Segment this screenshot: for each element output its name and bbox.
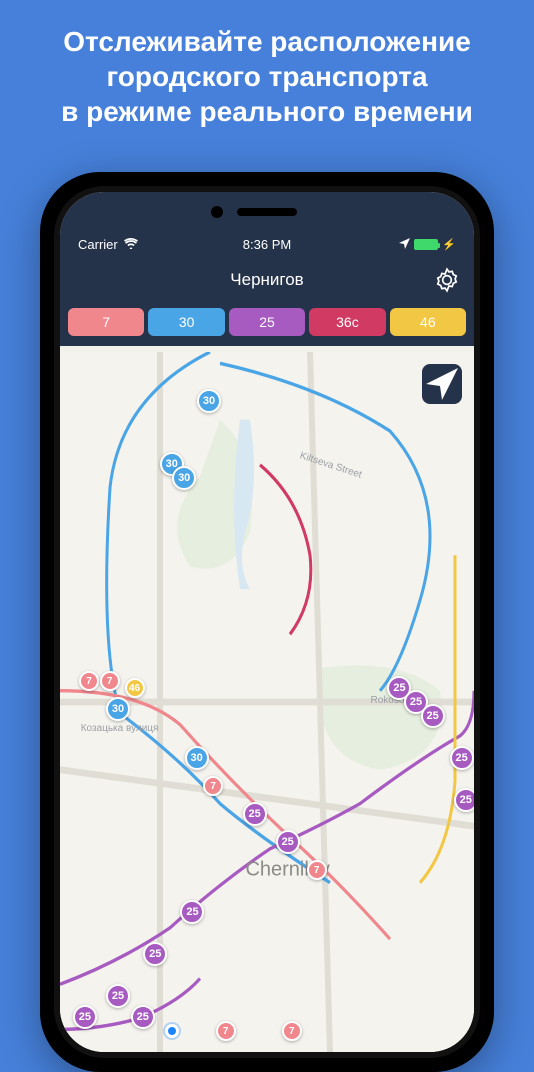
promo-line-3: в режиме реального времени xyxy=(20,94,514,129)
vehicle-marker[interactable]: 25 xyxy=(450,746,474,770)
route-tab-46[interactable]: 46 xyxy=(390,308,466,336)
vehicle-marker[interactable]: 25 xyxy=(454,788,474,812)
carrier-label: Carrier xyxy=(78,237,118,252)
app-navbar: Чернигов xyxy=(60,258,474,302)
gear-icon xyxy=(434,267,460,293)
user-location-dot xyxy=(165,1024,179,1038)
vehicle-marker[interactable]: 25 xyxy=(421,704,445,728)
status-left: Carrier xyxy=(78,237,138,252)
route-tab-30[interactable]: 30 xyxy=(148,308,224,336)
vehicle-marker[interactable]: 25 xyxy=(243,802,267,826)
street-label-kozatska: Козацька вулиця xyxy=(81,723,159,734)
route-tab-25[interactable]: 25 xyxy=(229,308,305,336)
phone-bezel: Carrier 8:36 PM ⚡ Чернигов xyxy=(54,186,480,1058)
charging-icon: ⚡ xyxy=(442,238,456,251)
vehicle-marker[interactable]: 46 xyxy=(125,678,145,698)
vehicle-marker[interactable]: 25 xyxy=(73,1005,97,1029)
status-bar: Carrier 8:36 PM ⚡ xyxy=(60,192,474,258)
vehicle-marker[interactable]: 25 xyxy=(106,984,130,1008)
locate-me-button[interactable] xyxy=(422,364,462,404)
route-tab-7[interactable]: 7 xyxy=(68,308,144,336)
vehicle-marker[interactable]: 7 xyxy=(100,671,120,691)
location-arrow-icon xyxy=(422,364,462,404)
location-arrow-icon xyxy=(399,237,410,252)
settings-button[interactable] xyxy=(434,267,460,293)
page-title: Чернигов xyxy=(230,270,303,290)
battery-icon xyxy=(414,239,438,250)
vehicle-marker[interactable]: 30 xyxy=(172,466,196,490)
promo-headline: Отслеживайте расположение городского тра… xyxy=(0,0,534,147)
vehicle-marker[interactable]: 7 xyxy=(307,860,327,880)
wifi-icon xyxy=(124,237,138,252)
vehicle-marker[interactable]: 7 xyxy=(216,1021,236,1041)
vehicle-marker[interactable]: 25 xyxy=(180,900,204,924)
vehicle-marker[interactable]: 25 xyxy=(143,942,167,966)
route-tabs: 7 30 25 36c 46 xyxy=(60,302,474,346)
vehicle-marker[interactable]: 30 xyxy=(185,746,209,770)
vehicle-marker[interactable]: 7 xyxy=(79,671,99,691)
vehicle-marker[interactable]: 25 xyxy=(131,1005,155,1029)
promo-line-2: городского транспорта xyxy=(20,59,514,94)
promo-line-1: Отслеживайте расположение xyxy=(20,24,514,59)
phone-frame: Carrier 8:36 PM ⚡ Чернигов xyxy=(40,172,494,1072)
vehicle-marker[interactable]: 25 xyxy=(276,830,300,854)
speaker-grill xyxy=(237,208,297,216)
route-tab-36c[interactable]: 36c xyxy=(309,308,385,336)
vehicle-marker[interactable]: 30 xyxy=(106,697,130,721)
status-right: ⚡ xyxy=(399,237,456,252)
vehicle-marker[interactable]: 7 xyxy=(282,1021,302,1041)
front-camera xyxy=(211,206,223,218)
map-view[interactable]: Kiltseva Street Rokosovs... Козацька вул… xyxy=(60,352,474,1052)
vehicle-marker[interactable]: 7 xyxy=(203,776,223,796)
vehicle-marker[interactable]: 30 xyxy=(197,389,221,413)
phone-screen: Carrier 8:36 PM ⚡ Чернигов xyxy=(60,192,474,1052)
status-time: 8:36 PM xyxy=(243,237,291,252)
